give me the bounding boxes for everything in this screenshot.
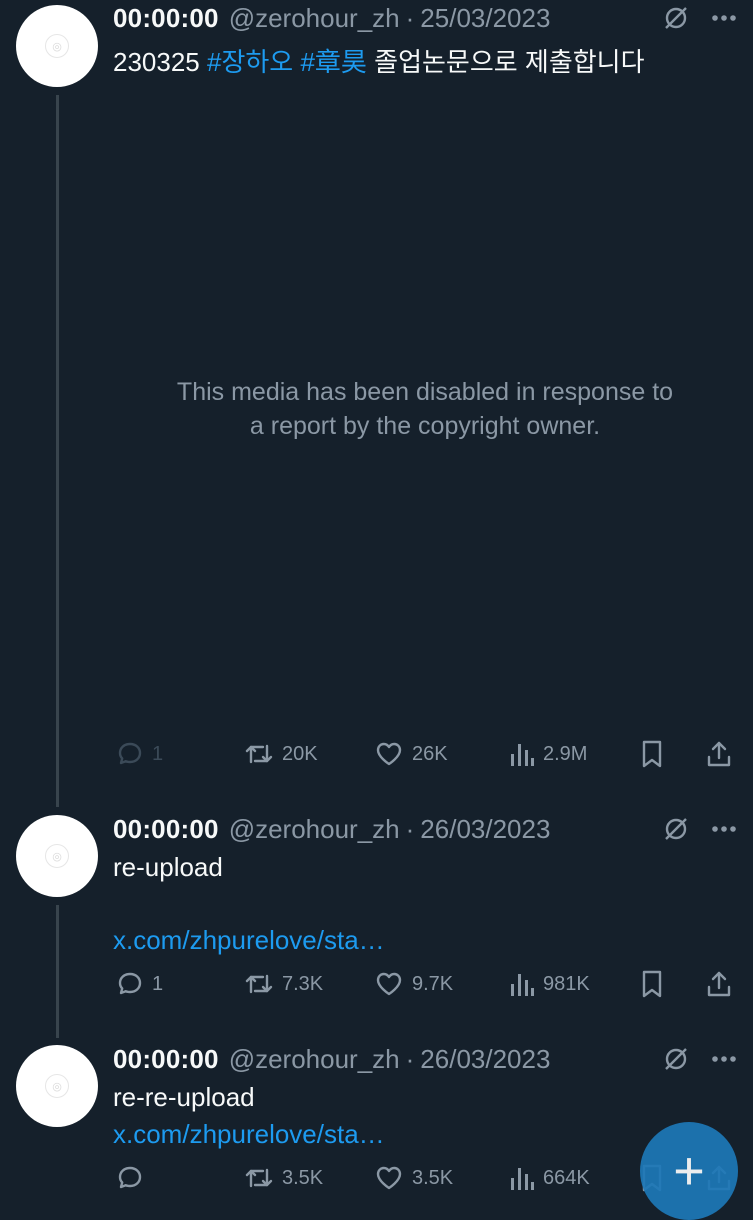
display-name[interactable]: 00:00:00 xyxy=(113,814,219,845)
tweet-1[interactable]: ◎ 00:00:00 @zerohour_zh · 25/03/2023 230… xyxy=(0,0,753,807)
reply-count: 1 xyxy=(152,972,164,995)
views-icon xyxy=(509,1164,535,1192)
grok-icon[interactable] xyxy=(663,1046,689,1072)
header-actions xyxy=(663,1,737,35)
tweet-text: 230325 #장하오 #章昊 졸업논문으로 제출합니다 xyxy=(113,42,645,79)
separator-dot: · xyxy=(405,813,415,844)
repost-icon xyxy=(244,740,274,768)
avatar-logo-icon: ◎ xyxy=(45,34,69,58)
media-disabled-notice: This media has been disabled in response… xyxy=(113,375,737,443)
tweet-link[interactable]: x.com/zhpurelove/sta… xyxy=(113,1119,385,1150)
reply-icon xyxy=(116,1164,144,1192)
handle[interactable]: @zerohour_zh xyxy=(229,814,400,845)
tweet-date[interactable]: 26/03/2023 xyxy=(420,1044,550,1075)
header-actions xyxy=(663,1042,737,1076)
reply-icon xyxy=(116,740,144,768)
like-button[interactable]: 3.5K xyxy=(374,1158,453,1198)
views-button[interactable]: 2.9M xyxy=(509,734,587,774)
display-name[interactable]: 00:00:00 xyxy=(113,1044,219,1075)
display-name[interactable]: 00:00:00 xyxy=(113,3,219,34)
reply-button[interactable] xyxy=(116,1158,152,1198)
views-button[interactable]: 981K xyxy=(509,964,590,1004)
thread-line xyxy=(56,95,59,807)
like-button[interactable]: 26K xyxy=(374,734,448,774)
text-prefix: 230325 xyxy=(113,47,200,77)
tweet-2[interactable]: ◎ 00:00:00 @zerohour_zh · 26/03/2023 re-… xyxy=(0,812,753,1038)
avatar[interactable]: ◎ xyxy=(16,815,98,897)
views-button[interactable]: 664K xyxy=(509,1158,590,1198)
tweet-header: 00:00:00 @zerohour_zh · 26/03/2023 xyxy=(113,812,737,846)
reply-icon xyxy=(116,970,144,998)
tweet-actions: 1 20K 26K 2.9M xyxy=(113,734,738,774)
like-count: 9.7K xyxy=(412,972,454,995)
views-count: 2.9M xyxy=(543,742,588,765)
hashtag-link[interactable]: #장하오 xyxy=(207,47,293,77)
share-button[interactable] xyxy=(705,964,733,1004)
like-count: 3.5K xyxy=(412,1166,454,1189)
hashtag-link[interactable]: #章昊 xyxy=(300,47,366,77)
media-notice-line: a report by the copyright owner. xyxy=(249,412,601,440)
avatar[interactable]: ◎ xyxy=(16,5,98,87)
like-button[interactable]: 9.7K xyxy=(374,964,453,1004)
repost-count: 7.3K xyxy=(282,972,324,995)
share-icon xyxy=(705,739,733,769)
avatar-logo-icon: ◎ xyxy=(45,1074,69,1098)
tweet-actions: 1 7.3K 9.7K 981K xyxy=(113,964,738,1004)
reply-button[interactable]: 1 xyxy=(116,734,163,774)
more-icon[interactable] xyxy=(711,1055,737,1063)
views-icon xyxy=(509,740,535,768)
avatar[interactable]: ◎ xyxy=(16,1045,98,1127)
bookmark-button[interactable] xyxy=(639,964,665,1004)
views-count: 664K xyxy=(543,1166,590,1189)
header-actions xyxy=(663,812,737,846)
bookmark-button[interactable] xyxy=(639,734,665,774)
more-icon[interactable] xyxy=(711,825,737,833)
like-icon xyxy=(374,970,404,998)
avatar-logo-icon: ◎ xyxy=(45,844,69,868)
like-icon xyxy=(374,1164,404,1192)
handle[interactable]: @zerohour_zh xyxy=(229,1044,400,1075)
repost-button[interactable]: 20K xyxy=(244,734,318,774)
separator-dot: · xyxy=(405,1043,415,1074)
tweet-text: re-re-upload xyxy=(113,1082,255,1112)
repost-count: 3.5K xyxy=(282,1166,324,1189)
tweet-link[interactable]: x.com/zhpurelove/sta… xyxy=(113,925,385,956)
reply-count: 1 xyxy=(152,742,164,765)
grok-icon[interactable] xyxy=(663,5,689,31)
thread-line xyxy=(56,905,59,1038)
share-button[interactable] xyxy=(705,734,733,774)
repost-button[interactable]: 3.5K xyxy=(244,1158,323,1198)
repost-button[interactable]: 7.3K xyxy=(244,964,323,1004)
tweet-text: re-upload xyxy=(113,852,223,882)
text-suffix: 졸업논문으로 제출합니다 xyxy=(374,47,645,77)
bookmark-icon xyxy=(639,969,665,999)
tweet-header: 00:00:00 @zerohour_zh · 26/03/2023 xyxy=(113,1042,737,1076)
separator-dot: · xyxy=(405,2,415,33)
share-icon xyxy=(705,969,733,999)
repost-icon xyxy=(244,970,274,998)
compose-button[interactable]: + xyxy=(640,1122,738,1220)
media-notice-line: This media has been disabled in response… xyxy=(176,378,674,406)
compose-icon: + xyxy=(673,1141,705,1201)
bookmark-icon xyxy=(639,739,665,769)
more-icon[interactable] xyxy=(711,14,737,22)
reply-button[interactable]: 1 xyxy=(116,964,163,1004)
repost-count: 20K xyxy=(282,742,318,765)
handle[interactable]: @zerohour_zh xyxy=(229,3,400,34)
tweet-date[interactable]: 25/03/2023 xyxy=(420,3,550,34)
like-count: 26K xyxy=(412,742,448,765)
views-icon xyxy=(509,970,535,998)
repost-icon xyxy=(244,1164,274,1192)
like-icon xyxy=(374,740,404,768)
grok-icon[interactable] xyxy=(663,816,689,842)
tweet-header: 00:00:00 @zerohour_zh · 25/03/2023 xyxy=(113,1,737,35)
views-count: 981K xyxy=(543,972,590,995)
tweet-date[interactable]: 26/03/2023 xyxy=(420,814,550,845)
